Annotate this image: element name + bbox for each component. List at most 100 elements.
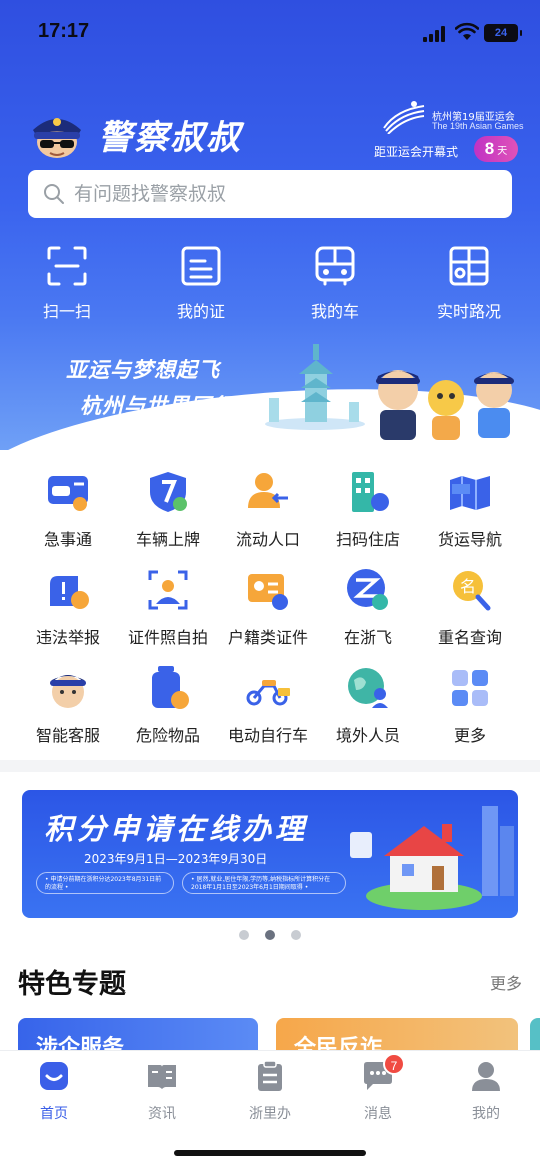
service-vehicle-plate[interactable]: 车辆上牌	[114, 468, 222, 556]
asian-games-subtitle: The 19th Asian Games	[432, 121, 524, 131]
quick-action-label: 我的车	[310, 302, 359, 321]
service-label: 境外人员	[335, 726, 400, 745]
tab-label: 我的	[472, 1106, 500, 1122]
service-label: 急事通	[43, 530, 92, 549]
service-name-search[interactable]: 名 重名查询	[416, 566, 524, 654]
featured-header: 特色专题 更多	[18, 962, 522, 1002]
smart-service-icon	[44, 664, 92, 712]
service-household-cert[interactable]: 户籍类证件	[214, 566, 322, 654]
banner-slogan-line1: 亚运与梦想起飞	[66, 358, 220, 382]
tab-messages[interactable]: 7 消息	[324, 1053, 432, 1129]
more-grid-icon	[446, 664, 494, 712]
service-label: 流动人口	[235, 530, 300, 549]
id-photo-icon	[144, 566, 192, 614]
service-grid: 急事通 车辆上牌 流动人口 扫码住店 货运导航 违法举报 证件照自拍 户籍类证件…	[0, 468, 540, 748]
quick-action-my-car[interactable]: 我的车	[280, 244, 390, 332]
household-cert-icon	[244, 566, 292, 614]
map-icon	[447, 244, 491, 288]
service-label: 户籍类证件	[227, 628, 308, 647]
section-divider	[0, 760, 540, 772]
home-indicator	[174, 1150, 366, 1156]
service-label: 危险物品	[135, 726, 200, 745]
service-label: 重名查询	[437, 628, 502, 647]
car-icon	[313, 244, 357, 288]
service-label: 电动自行车	[227, 726, 308, 745]
carousel-indicator	[0, 930, 540, 942]
signal-icon	[423, 26, 447, 42]
service-zaizhefei[interactable]: 在浙飞	[314, 566, 422, 654]
service-hazardous-goods[interactable]: 危险物品	[114, 664, 222, 752]
tab-label: 首页	[40, 1106, 68, 1122]
quick-action-scan[interactable]: 扫一扫	[12, 244, 122, 332]
freight-nav-icon	[446, 468, 494, 516]
tab-home[interactable]: 首页	[0, 1059, 108, 1129]
service-urgent[interactable]: 急事通	[14, 468, 122, 556]
id-card-icon	[179, 244, 223, 288]
asian-games-logo	[383, 101, 425, 134]
countdown-unit: 天	[497, 145, 508, 157]
pagoda-illustration	[265, 344, 365, 430]
service-violation-report[interactable]: 违法举报	[14, 566, 122, 654]
service-foreigner[interactable]: 境外人员	[314, 664, 422, 752]
service-label: 证件照自拍	[127, 628, 208, 647]
carousel-dot[interactable]	[291, 930, 301, 940]
service-label: 在浙飞	[343, 628, 392, 647]
carousel-dot-active[interactable]	[265, 930, 275, 940]
search-bar[interactable]	[28, 170, 512, 218]
violation-report-icon	[44, 566, 92, 614]
quick-action-label: 扫一扫	[42, 302, 91, 321]
tab-news[interactable]: 资讯	[108, 1059, 216, 1129]
service-id-photo[interactable]: 证件照自拍	[114, 566, 222, 654]
quick-action-label: 实时路况	[436, 302, 501, 321]
service-more[interactable]: 更多	[416, 664, 524, 752]
name-search-icon: 名	[446, 566, 494, 614]
app-title: 警察叔叔	[98, 117, 242, 158]
carousel-dot[interactable]	[239, 930, 249, 940]
tab-profile[interactable]: 我的	[432, 1059, 540, 1129]
news-icon	[145, 1059, 179, 1093]
search-input[interactable]	[74, 183, 474, 205]
service-label: 扫码住店	[335, 530, 400, 549]
profile-icon	[469, 1059, 503, 1093]
scan-icon	[45, 244, 89, 288]
wifi-icon	[455, 22, 479, 40]
mascots-illustration	[376, 370, 514, 440]
promo-note: • 居然,就业,居住年限,学历等,纳税指标所计算积分在2018年1月1日至202…	[182, 872, 346, 894]
status-bar: 17:17 24	[0, 0, 540, 64]
service-freight-nav[interactable]: 货运导航	[416, 468, 524, 556]
hotel-scan-icon	[344, 468, 392, 516]
service-label: 更多	[453, 726, 486, 745]
zheliban-icon	[253, 1059, 287, 1093]
house-illustration	[350, 806, 514, 910]
service-label: 货运导航	[437, 530, 502, 549]
service-e-bike[interactable]: 电动自行车	[214, 664, 322, 752]
quick-actions: 扫一扫 我的证 我的车 实时路况	[0, 244, 540, 334]
countdown-value: 8	[484, 139, 495, 158]
countdown-badge: 8 天	[474, 136, 518, 162]
quick-action-my-id[interactable]: 我的证	[146, 244, 256, 332]
quick-action-label: 我的证	[176, 302, 225, 321]
urgent-card-icon	[44, 468, 92, 516]
home-icon	[37, 1059, 71, 1093]
foreigner-icon	[344, 664, 392, 712]
floating-population-icon	[244, 468, 292, 516]
featured-more-link[interactable]: 更多	[490, 970, 522, 994]
service-label: 违法举报	[35, 628, 100, 647]
service-floating-population[interactable]: 流动人口	[214, 468, 322, 556]
vehicle-plate-icon	[144, 468, 192, 516]
tab-label: 消息	[364, 1106, 392, 1122]
service-label: 车辆上牌	[135, 530, 200, 549]
banner-slogan-line2: 杭州与世界同行	[80, 394, 234, 418]
service-hotel-scan[interactable]: 扫码住店	[314, 468, 422, 556]
tab-zheliban[interactable]: 浙里办	[216, 1059, 324, 1129]
tab-label: 浙里办	[249, 1106, 291, 1122]
status-time: 17:17	[38, 20, 90, 42]
service-smart-service[interactable]: 智能客服	[14, 664, 122, 752]
zaizhefei-icon	[344, 566, 392, 614]
hazardous-goods-icon	[144, 664, 192, 712]
quick-action-traffic[interactable]: 实时路况	[414, 244, 524, 332]
promo-banner[interactable]: 积分申请在线办理 2023年9月1日—2023年9月30日 • 申请分前期在浙积…	[22, 790, 518, 918]
featured-title: 特色专题	[18, 969, 126, 1000]
promo-title: 积分申请在线办理	[44, 812, 309, 846]
promo-note: • 申请分前期在浙积分达2023年8月31日前的流程 •	[36, 872, 174, 894]
